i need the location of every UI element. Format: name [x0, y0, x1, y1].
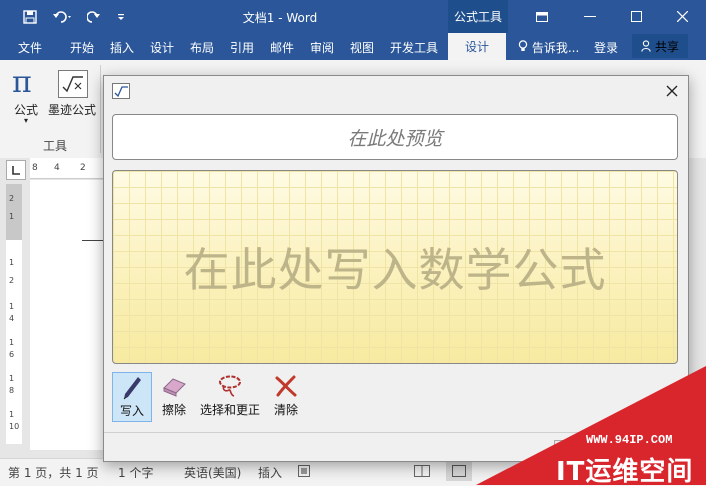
tab-home[interactable]: 开始: [70, 39, 94, 56]
tab-review[interactable]: 审阅: [310, 39, 334, 56]
ruler-tick: 10: [9, 422, 20, 431]
ruler-tick: 4: [54, 163, 60, 173]
ribbon-tab-bar: 文件 开始 插入 设计 布局 引用 邮件 审阅 视图 开发工具 设计 告诉我..…: [0, 33, 706, 60]
watermark-brand: IT运维空间: [556, 457, 694, 487]
watermark-url: WWW.94IP.COM: [586, 433, 673, 447]
tab-mailings[interactable]: 邮件: [270, 39, 294, 56]
pi-icon[interactable]: π: [12, 65, 32, 100]
lasso-icon: [219, 375, 241, 397]
canvas-hint-text: 在此处写入数学公式: [183, 243, 607, 297]
equation-dropdown-icon[interactable]: ▾: [24, 116, 28, 125]
handwriting-canvas[interactable]: 在此处写入数学公式: [112, 170, 678, 364]
tab-selector[interactable]: [6, 160, 26, 180]
share-label: 共享: [654, 39, 679, 54]
ruler-tick: 1: [9, 258, 15, 267]
close-dialog-icon[interactable]: [660, 79, 684, 103]
ruler-tick: 1: [9, 374, 15, 383]
tab-references[interactable]: 引用: [230, 39, 254, 56]
ruler-tick: 8: [9, 386, 15, 395]
math-input-app-icon: [112, 83, 130, 99]
vertical-ruler[interactable]: 2 1 1 2 1 4 1 6 1 8 1 10: [6, 184, 22, 444]
lightbulb-icon: [518, 40, 528, 51]
context-tab-group-label: 公式工具: [448, 0, 508, 33]
ruler-tick: 2: [80, 163, 86, 173]
clear-tool-label: 清除: [273, 403, 298, 417]
maximize-icon[interactable]: [612, 0, 660, 33]
print-layout-icon[interactable]: [446, 461, 472, 481]
ruler-tick: 1: [9, 302, 15, 311]
language-status[interactable]: 英语(美国): [184, 464, 241, 481]
tab-file[interactable]: 文件: [18, 39, 42, 56]
write-tool-button[interactable]: 写入: [112, 372, 152, 422]
pen-icon: [123, 377, 141, 400]
share-button[interactable]: 共享: [632, 34, 688, 58]
ink-equation-label[interactable]: 墨迹公式: [48, 101, 96, 118]
clear-tool-button[interactable]: 清除: [268, 372, 304, 420]
tab-developer[interactable]: 开发工具: [390, 39, 438, 56]
tab-layout[interactable]: 布局: [190, 39, 214, 56]
ruler-tick: 2: [9, 276, 15, 285]
preview-box: 在此处预览: [112, 114, 678, 160]
clear-icon: [275, 375, 297, 397]
title-bar: 文档1 - Word 公式工具: [0, 0, 706, 33]
ruler-tick: 6: [9, 350, 15, 359]
ruler-tick: 1: [9, 212, 15, 221]
write-tool-label: 写入: [119, 404, 144, 418]
minimize-icon[interactable]: [566, 0, 614, 33]
erase-tool-button[interactable]: 擦除: [156, 372, 192, 420]
select-correct-tool-label: 选择和更正: [199, 403, 260, 417]
close-window-icon[interactable]: [658, 0, 706, 33]
ruler-tick: 1: [9, 410, 15, 419]
tab-insert[interactable]: 插入: [110, 39, 134, 56]
ruler-tick: 4: [9, 314, 15, 323]
page-count[interactable]: 第 1 页，共 1 页: [8, 464, 99, 481]
ribbon-display-options-icon[interactable]: [518, 0, 566, 33]
tab-view[interactable]: 视图: [350, 39, 374, 56]
erase-tool-label: 擦除: [161, 403, 186, 417]
tell-me-text: 告诉我...: [531, 41, 580, 55]
horizontal-ruler[interactable]: 8 4 2: [30, 158, 110, 179]
eraser-icon: [163, 378, 186, 397]
macro-record-icon[interactable]: [298, 465, 310, 480]
ruler-tick: 2: [9, 194, 15, 203]
tab-equation-design[interactable]: 设计: [448, 33, 506, 60]
tools-group-label: 工具: [43, 139, 68, 153]
insert-mode-status[interactable]: 插入: [258, 464, 282, 481]
tab-design[interactable]: 设计: [150, 39, 174, 56]
ruler-tick: 1: [9, 338, 15, 347]
tell-me-box[interactable]: 告诉我...: [518, 39, 579, 56]
word-count[interactable]: 1 个字: [118, 464, 153, 481]
select-correct-tool-button[interactable]: 选择和更正: [198, 372, 262, 420]
text-cursor-line: [82, 240, 104, 241]
login-link[interactable]: 登录: [594, 39, 618, 56]
read-mode-icon[interactable]: [414, 465, 430, 480]
group-divider: [100, 65, 101, 153]
person-icon: [641, 40, 651, 52]
ruler-tick: 8: [32, 163, 38, 173]
ink-equation-icon[interactable]: [58, 70, 88, 98]
